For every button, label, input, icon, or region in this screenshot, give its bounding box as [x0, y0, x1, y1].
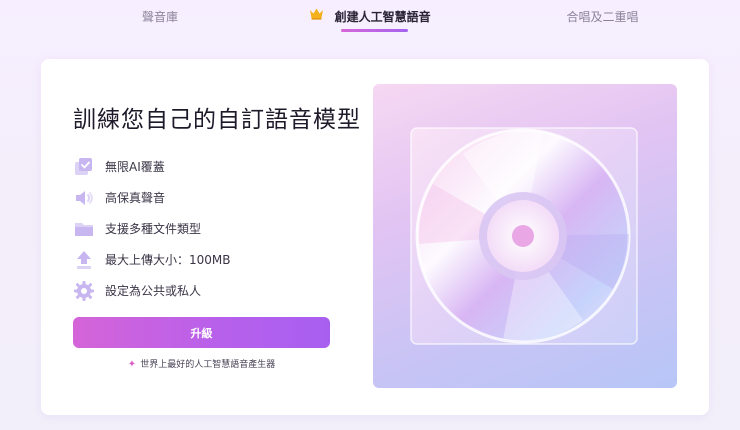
tab-label: 創建人工智慧語音 [334, 10, 431, 24]
create-voice-card: 訓練您自己的自訂語音模型 無限AI覆蓋 高保真聲音 支援多種文件類型 最大上傳大… [41, 59, 709, 415]
folder-icon [73, 218, 95, 240]
feature-label: 高保真聲音 [105, 191, 166, 205]
speaker-icon [73, 187, 95, 209]
top-tab-bar: 聲音庫 創建人工智慧語音 合唱及二重唱 [0, 0, 740, 38]
tagline-text: 世界上最好的人工智慧語音產生器 [140, 360, 276, 370]
tagline: ✦ 世界上最好的人工智慧語音產生器 [73, 357, 330, 370]
crown-icon [309, 0, 324, 33]
feature-label: 最大上傳大小：100MB [105, 253, 231, 267]
feature-label: 設定為公共或私人 [105, 284, 202, 298]
feature-list: 無限AI覆蓋 高保真聲音 支援多種文件類型 最大上傳大小：100MB 設定為公共… [73, 151, 353, 306]
cd-illustration [373, 84, 677, 388]
active-tab-indicator [341, 29, 408, 32]
tab-voice-library[interactable]: 聲音庫 [95, 0, 225, 34]
feature-item: 無限AI覆蓋 [73, 151, 353, 182]
feature-item: 支援多種文件類型 [73, 213, 353, 244]
sparkle-icon: ✦ [127, 359, 137, 370]
feature-item: 最大上傳大小：100MB [73, 244, 353, 275]
upgrade-button[interactable]: 升級 [73, 317, 330, 348]
feature-label: 無限AI覆蓋 [105, 160, 165, 174]
tab-label: 合唱及二重唱 [566, 10, 639, 24]
feature-item: 設定為公共或私人 [73, 275, 353, 306]
feature-item: 高保真聲音 [73, 182, 353, 213]
ai-cover-icon [73, 156, 95, 178]
gear-icon [73, 280, 95, 302]
tab-chorus-duet[interactable]: 合唱及二重唱 [535, 0, 670, 34]
upload-arrow-icon [73, 249, 95, 271]
page-title: 訓練您自己的自訂語音模型 [73, 107, 361, 133]
tab-label: 聲音庫 [141, 10, 178, 24]
feature-label: 支援多種文件類型 [105, 222, 202, 236]
